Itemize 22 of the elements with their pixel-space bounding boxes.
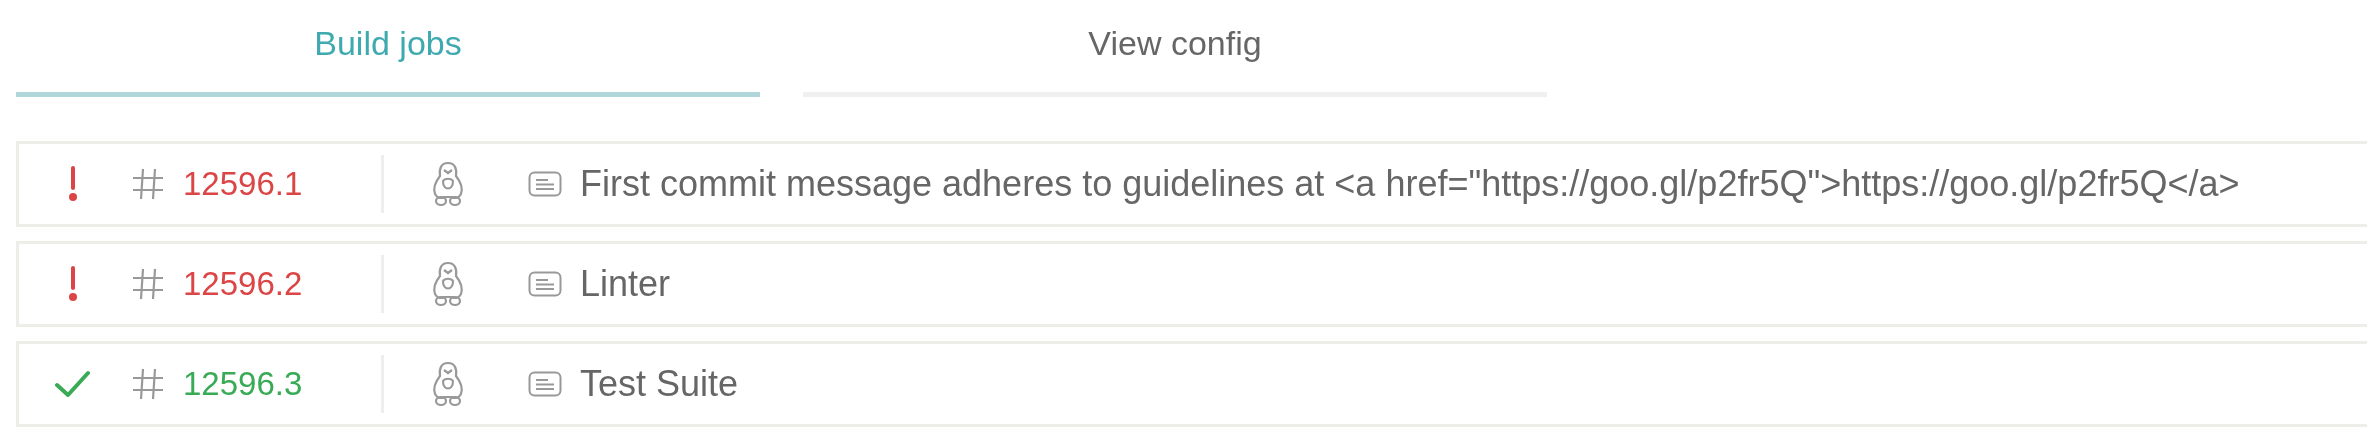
hash-icon <box>131 167 165 201</box>
penguin-icon <box>430 361 466 407</box>
message-icon <box>528 271 562 297</box>
job-row[interactable]: 12596.3 Test Suite <box>16 341 2367 427</box>
message-icon <box>528 371 562 397</box>
job-number: 12596.3 <box>183 364 304 405</box>
job-number: 12596.1 <box>183 164 304 205</box>
job-row[interactable]: 12596.1 First commit message adheres to guidelines at <a href="https://goo.gl/p2fr5Q">https://goo.gl/p2fr5Q</a> <box>16 141 2367 227</box>
job-number: 12596.2 <box>183 264 304 305</box>
exclamation-icon <box>67 166 79 202</box>
hash-icon <box>131 367 165 401</box>
job-message: Linter <box>580 262 671 306</box>
hash-icon <box>131 267 165 301</box>
tab[interactable]: View config <box>803 0 1547 97</box>
penguin-icon <box>430 261 466 307</box>
checkmark-icon <box>55 370 91 398</box>
job-row[interactable]: 12596.2 Linter <box>16 241 2367 327</box>
job-message: First commit message adheres to guidelines at <a href="https://goo.gl/p2fr5Q">https://goo.gl/p2fr5Q</a> <box>580 162 2240 206</box>
exclamation-icon <box>67 266 79 302</box>
penguin-icon <box>430 161 466 207</box>
job-message: Test Suite <box>580 362 739 406</box>
message-icon <box>528 171 562 197</box>
